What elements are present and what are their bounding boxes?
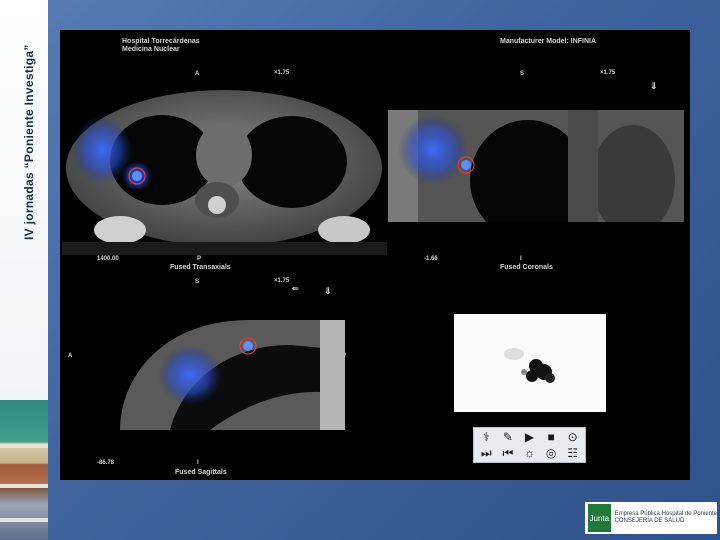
slide-vertical-title: IV jornadas “Poniente Investiga” xyxy=(22,44,36,240)
stop-icon[interactable]: ■ xyxy=(541,430,562,445)
arrow-down-small-icon[interactable]: ⇓ xyxy=(324,286,332,297)
edit-pencil-icon[interactable]: ✎ xyxy=(498,430,519,445)
viewer-toolbar: ⚕ ✎ ▶ ■ ⊙ ⏭ ⏮ ☼ ◎ ☷ xyxy=(473,427,586,463)
coronal-top-label: S xyxy=(520,71,525,77)
hospital-name: Hospital Torrecárdenas xyxy=(122,38,200,45)
transaxial-image[interactable] xyxy=(62,80,387,255)
manufacturer-model: Manufacturer Model: INFINIA xyxy=(500,38,597,45)
coronal-name: Fused Coronals xyxy=(500,264,553,271)
junta-logo-icon: Junta xyxy=(588,504,611,532)
transaxial-position: 1400.00 xyxy=(97,256,119,262)
sagittal-name: Fused Sagittals xyxy=(175,469,227,476)
sagittal-left-label: A xyxy=(68,353,73,359)
transaxial-top-label: A xyxy=(195,71,200,77)
transaxial-name: Fused Transaxials xyxy=(170,264,231,271)
transaxial-zoom: ×1.75 xyxy=(274,70,290,76)
eye-icon[interactable]: ◎ xyxy=(541,446,562,461)
hospital-poniente-text: Empresa Pública Hospital de Poniente xyxy=(614,510,717,517)
sagittal-position: -86.78 xyxy=(97,460,115,466)
skip-forward-icon[interactable]: ⏭ xyxy=(476,446,497,461)
arrow-down-icon[interactable]: ⇓ xyxy=(650,81,658,92)
coronal-zoom: ×1.75 xyxy=(600,70,616,76)
play-icon[interactable]: ▶ xyxy=(519,430,540,445)
junta-logo-text: Junta xyxy=(589,513,610,523)
sagittal-top-label: S xyxy=(195,279,200,285)
skip-back-icon[interactable]: ⏮ xyxy=(498,446,519,461)
consejeria-text: CONSEJERÍA DE SALUD xyxy=(614,518,685,524)
coronal-bottom-label: I xyxy=(520,256,522,262)
institution-logo-box: Junta Empresa Pública Hospital de Ponien… xyxy=(585,502,717,534)
coronal-image[interactable] xyxy=(388,110,684,222)
sagittal-zoom: ×1.75 xyxy=(274,278,290,284)
coronal-position: -1.66 xyxy=(424,256,438,262)
department-name: Medicina Nuclear xyxy=(122,46,180,53)
sagittal-bottom-label: I xyxy=(197,460,199,466)
sagittal-image[interactable] xyxy=(100,320,345,430)
arrow-left-icon[interactable]: ⇐ xyxy=(292,284,299,293)
grid-icon[interactable]: ☷ xyxy=(562,446,583,461)
transaxial-bottom-label: P xyxy=(197,256,202,262)
mip-projection-image[interactable] xyxy=(454,314,606,412)
hospital-building-photo xyxy=(0,400,48,540)
target-icon[interactable]: ⊙ xyxy=(562,430,583,445)
nuclear-medicine-viewer[interactable]: Hospital Torrecárdenas Medicina Nuclear … xyxy=(60,30,690,480)
brightness-icon[interactable]: ☼ xyxy=(519,446,540,461)
medical-symbol-icon[interactable]: ⚕ xyxy=(476,430,497,445)
